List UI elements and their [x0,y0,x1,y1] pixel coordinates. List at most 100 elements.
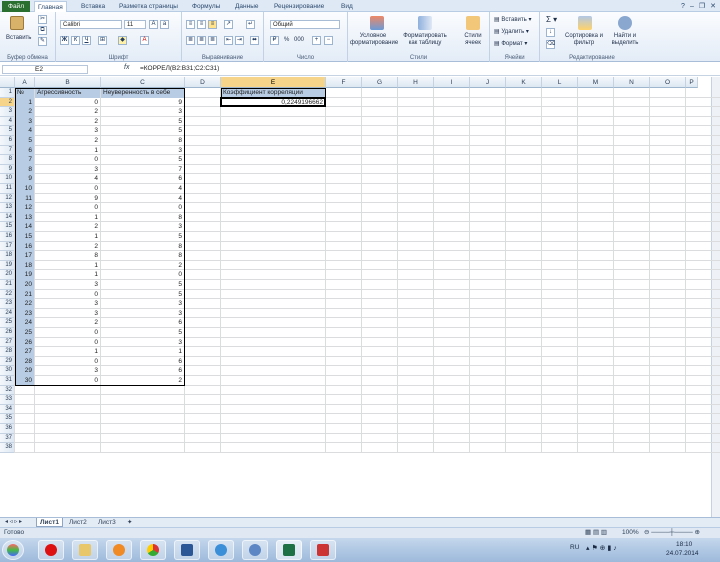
row-header-36[interactable]: 36 [0,424,15,434]
cell-styles-icon[interactable] [466,16,480,30]
row-header-9[interactable]: 9 [0,164,15,175]
row-header-28[interactable]: 28 [0,347,15,357]
increase-indent-icon[interactable]: ⇥ [235,36,244,45]
align-top-icon[interactable]: ≡ [186,20,195,29]
row-header-1[interactable]: 1 [0,88,15,98]
orientation-icon[interactable]: ↗ [224,20,233,29]
fill-icon[interactable]: ↓ [546,28,555,37]
row-header-10[interactable]: 10 [0,174,15,184]
format-cells-button[interactable]: ▤ Формат ▾ [494,40,527,47]
column-header-n[interactable]: N [614,77,650,88]
bold-icon[interactable]: Ж [60,36,69,45]
column-header-e[interactable]: E [221,77,326,88]
tray-icons[interactable]: ▴ ⚑ ⊕ ▮ ♪ [586,544,617,552]
row-header-35[interactable]: 35 [0,414,15,424]
borders-icon[interactable]: ⊞ [98,36,107,45]
row-header-5[interactable]: 5 [0,126,15,136]
conditional-format-icon[interactable] [370,16,384,30]
column-header-i[interactable]: I [434,77,470,88]
tab-review[interactable]: Рецензирование [271,1,327,12]
row-header-8[interactable]: 8 [0,155,15,165]
select-all-corner[interactable] [0,77,15,88]
format-as-table-button[interactable]: Форматировать как таблицу [400,33,450,47]
row-header-4[interactable]: 4 [0,116,15,127]
taskbar-word-icon[interactable] [174,540,200,560]
row-header-13[interactable]: 13 [0,203,15,213]
row-header-29[interactable]: 29 [0,356,15,367]
font-color-icon[interactable]: A [140,36,149,45]
row-header-15[interactable]: 15 [0,222,15,232]
formula-input[interactable]: =КОРРЕЛ(B2:B31;C2:C31) [140,64,219,74]
sheet-tab-3[interactable]: Лист3 [95,518,119,527]
tray-date[interactable]: 24.07.2014 [666,550,699,557]
row-header-3[interactable]: 3 [0,107,15,117]
autosum-icon[interactable]: Σ ▾ [546,15,557,24]
start-button[interactable] [2,540,24,560]
row-header-31[interactable]: 31 [0,376,15,386]
tray-language[interactable]: RU [570,544,579,551]
column-header-p[interactable]: P [686,77,698,88]
wrap-text-icon[interactable]: ↵ [246,20,255,29]
increase-decimal-icon[interactable]: + [312,36,321,45]
column-header-k[interactable]: K [506,77,542,88]
shrink-font-icon[interactable]: a [160,20,169,29]
copy-icon[interactable]: ⧉ [38,26,47,35]
taskbar-media-icon[interactable] [106,540,132,560]
sort-filter-button[interactable]: Сортировка и фильтр [562,33,606,47]
align-right-icon[interactable]: ≣ [208,36,217,45]
row-header-37[interactable]: 37 [0,433,15,444]
row-header-11[interactable]: 11 [0,184,15,194]
merge-center-icon[interactable]: ⬌ [250,36,259,45]
tab-formulas[interactable]: Формулы [189,1,223,12]
insert-cells-button[interactable]: ▤ Вставить ▾ [494,16,531,23]
italic-icon[interactable]: К [71,36,80,45]
taskbar-app-icon[interactable] [310,540,336,560]
delete-cells-button[interactable]: ▤ Удалить ▾ [494,28,529,35]
restore-icon[interactable]: ❐ [699,3,705,10]
row-header-32[interactable]: 32 [0,385,15,396]
row-header-33[interactable]: 33 [0,395,15,405]
row-header-7[interactable]: 7 [0,145,15,156]
sheet-nav-icon[interactable]: ◂ ◃ ▹ ▸ [2,518,25,527]
decrease-indent-icon[interactable]: ⇤ [224,36,233,45]
selected-cell-e2[interactable] [220,96,326,108]
row-header-38[interactable]: 38 [0,443,15,453]
zoom-slider[interactable]: ⊖ ────┼──── ⊕ [644,528,700,538]
sheet-tab-2[interactable]: Лист2 [66,518,90,527]
row-header-12[interactable]: 12 [0,193,15,204]
row-header-16[interactable]: 16 [0,232,15,242]
underline-icon[interactable]: Ч [82,36,91,45]
paste-icon[interactable] [10,16,24,30]
row-header-24[interactable]: 24 [0,308,15,319]
find-select-button[interactable]: Найти и выделить [606,33,644,47]
column-header-a[interactable]: A [15,77,35,88]
row-header-23[interactable]: 23 [0,299,15,309]
row-header-26[interactable]: 26 [0,328,15,338]
row-header-27[interactable]: 27 [0,337,15,348]
column-header-d[interactable]: D [185,77,221,88]
name-box[interactable]: E2 [2,65,88,74]
format-as-table-icon[interactable] [418,16,432,30]
row-header-19[interactable]: 19 [0,260,15,271]
decrease-decimal-icon[interactable]: − [324,36,333,45]
sort-filter-icon[interactable] [578,16,592,30]
grow-font-icon[interactable]: A [149,20,158,29]
font-name-select[interactable]: Calibri [60,20,122,29]
sheet-tab-1[interactable]: Лист1 [36,518,63,527]
row-header-22[interactable]: 22 [0,289,15,300]
cut-icon[interactable]: ✂ [38,15,47,24]
tab-view[interactable]: Вид [338,1,356,12]
number-format-select[interactable]: Общий [270,20,340,29]
fill-color-icon[interactable]: ◆ [118,36,127,45]
tab-data[interactable]: Данные [232,1,261,12]
align-middle-icon[interactable]: ≡ [197,20,206,29]
column-header-j[interactable]: J [470,77,506,88]
thousands-button[interactable]: 000 [294,37,304,43]
row-header-20[interactable]: 20 [0,270,15,280]
zoom-level[interactable]: 100% [622,528,639,538]
taskbar-explorer-icon[interactable] [72,540,98,560]
cell-styles-button[interactable]: Стили ячеек [458,33,488,47]
row-header-6[interactable]: 6 [0,136,15,146]
row-header-2[interactable]: 2 [0,97,15,108]
column-header-o[interactable]: O [650,77,686,88]
